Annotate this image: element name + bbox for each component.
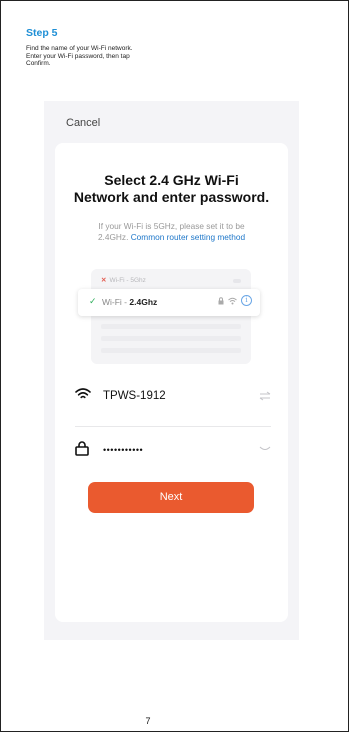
wifi-setup-card: Select 2.4 GHz Wi-Fi Network and enter p…: [55, 143, 288, 622]
network-5ghz-label: Wi-Fi - 5Ghz: [109, 277, 146, 284]
phone-screen: Cancel Select 2.4 GHz Wi-Fi Network and …: [44, 101, 299, 640]
step-title: Step 5: [26, 27, 58, 39]
hint-prefix: 2.4GHz.: [97, 232, 129, 242]
network-24ghz-row: ✓ Wi-Fi - 2.4Ghz i: [78, 289, 260, 316]
wifi-icon: [75, 388, 91, 399]
page-number: 7: [145, 716, 151, 726]
placeholder-row: [101, 348, 241, 353]
instruction-line: Enter your Wi-Fi password, then tap: [26, 52, 130, 60]
hint-line: If your Wi-Fi is 5GHz, please set it to …: [98, 221, 245, 231]
lock-icon: [218, 296, 224, 304]
swap-network-icon[interactable]: [259, 391, 271, 401]
network-status-icons: i: [218, 295, 252, 306]
next-button[interactable]: Next: [88, 482, 254, 513]
wifi-signal-icon: [228, 297, 237, 304]
router-setting-link[interactable]: Common router setting method: [131, 232, 245, 242]
cross-icon: ✕: [101, 277, 107, 284]
password-value: •••••••••••: [103, 445, 144, 455]
network-5ghz-row: ✕ Wi-Fi - 5Ghz: [101, 276, 146, 284]
instruction-line: Confirm.: [26, 60, 51, 67]
cancel-button[interactable]: Cancel: [66, 117, 100, 129]
info-icon: i: [241, 295, 252, 306]
password-field[interactable]: •••••••••••: [75, 439, 271, 463]
network-24ghz-label: Wi-Fi - 2.4Ghz: [102, 297, 158, 307]
lock-icon: [75, 441, 89, 456]
wifi-name-value: TPWS-1912: [103, 390, 166, 402]
heading-line: Select 2.4 GHz Wi-Fi: [104, 172, 239, 188]
field-divider: [75, 426, 271, 427]
instruction-line: Find the name of your Wi-Fi network.: [26, 45, 133, 52]
heading-line: Network and enter password.: [73, 189, 270, 205]
row-indicator: [233, 279, 241, 283]
network-list-illustration: ✕ Wi-Fi - 5Ghz: [91, 267, 251, 367]
frequency-hint: If your Wi-Fi is 5GHz, please set it to …: [55, 221, 288, 243]
placeholder-row: [101, 336, 241, 341]
page-title: Select 2.4 GHz Wi-Fi Network and enter p…: [55, 172, 288, 206]
wifi-name-field[interactable]: TPWS-1912: [75, 385, 271, 409]
check-icon: ✓: [89, 296, 97, 306]
eye-closed-icon[interactable]: [259, 445, 271, 453]
placeholder-row: [101, 324, 241, 329]
hint-line: 2.4GHz. Common router setting method: [55, 232, 288, 243]
instructions-text: Find the name of your Wi-Fi network. Ent…: [26, 45, 176, 68]
